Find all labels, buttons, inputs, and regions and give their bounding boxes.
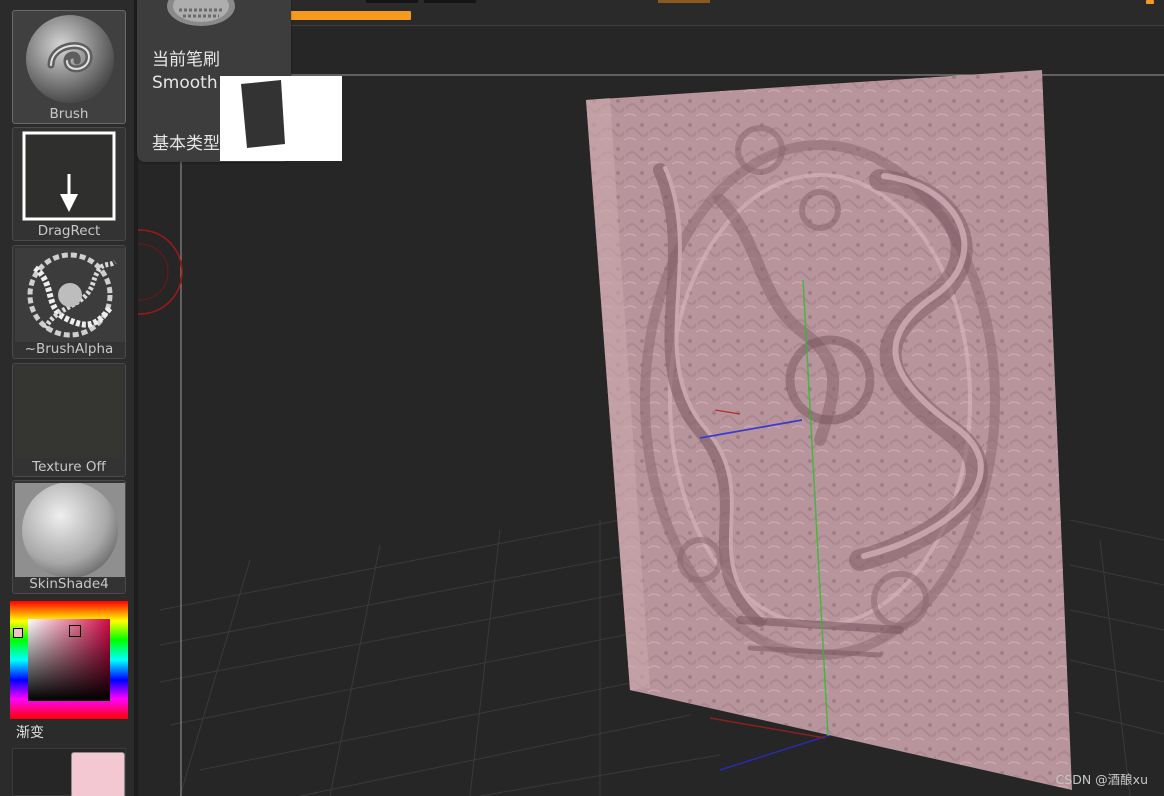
stroke-slot[interactable]: DragRect xyxy=(12,127,126,241)
brush-preview-icon xyxy=(167,0,235,26)
brush-draw-size-slider[interactable] xyxy=(276,11,411,20)
brush-swirl-icon xyxy=(26,15,114,103)
alpha-slot-label: ~BrushAlpha xyxy=(24,341,114,357)
texture-slot-label: Texture Off xyxy=(32,459,106,475)
brush-info-tooltip: 当前笔刷 Smooth 基本类型: 模糊 xyxy=(137,0,342,162)
top-button-1[interactable] xyxy=(366,0,418,3)
top-button-3[interactable] xyxy=(658,0,710,3)
secondary-color-swatch[interactable] xyxy=(71,752,125,796)
zbrush-window: Brush DragRect ~BrushAlpha Texture Off S… xyxy=(0,0,1164,796)
tooltip-brush-name: Smooth xyxy=(152,73,218,93)
stroke-slot-label: DragRect xyxy=(37,223,101,239)
material-slot-label: SkinShade4 xyxy=(29,576,109,592)
relief-plane[interactable] xyxy=(586,70,1072,790)
material-thumbnail xyxy=(15,482,125,578)
texture-slot[interactable]: Texture Off xyxy=(12,363,126,477)
secondary-color-swatch-box xyxy=(12,748,126,796)
material-sphere-icon xyxy=(15,482,125,578)
alpha-slot[interactable]: ~BrushAlpha xyxy=(12,245,126,359)
left-tray: Brush DragRect ~BrushAlpha Texture Off S… xyxy=(0,0,134,796)
tooltip-title: 当前笔刷 xyxy=(152,50,220,70)
drag-rect-icon xyxy=(22,131,116,221)
main-color-swatch[interactable] xyxy=(13,628,23,638)
brush-thumbnail xyxy=(15,13,123,105)
texture-thumbnail xyxy=(15,366,123,458)
top-right-indicator[interactable] xyxy=(1146,0,1154,4)
dragon-alpha-icon xyxy=(15,248,125,342)
alpha-thumbnail xyxy=(15,248,125,342)
top-button-2[interactable] xyxy=(424,0,476,3)
color-pick-marker[interactable] xyxy=(69,625,81,637)
top-shelf xyxy=(138,0,1164,26)
tooltip-stroke-preview-icon xyxy=(241,80,285,148)
watermark: CSDN @酒酿xu xyxy=(1055,772,1148,787)
brush-slot-label: Brush xyxy=(49,106,89,122)
color-picker[interactable] xyxy=(10,601,128,719)
material-slot[interactable]: SkinShade4 xyxy=(12,480,126,594)
brush-slot[interactable]: Brush xyxy=(12,10,126,124)
stroke-thumbnail xyxy=(15,130,123,222)
gradient-label[interactable]: 渐变 xyxy=(16,722,44,742)
